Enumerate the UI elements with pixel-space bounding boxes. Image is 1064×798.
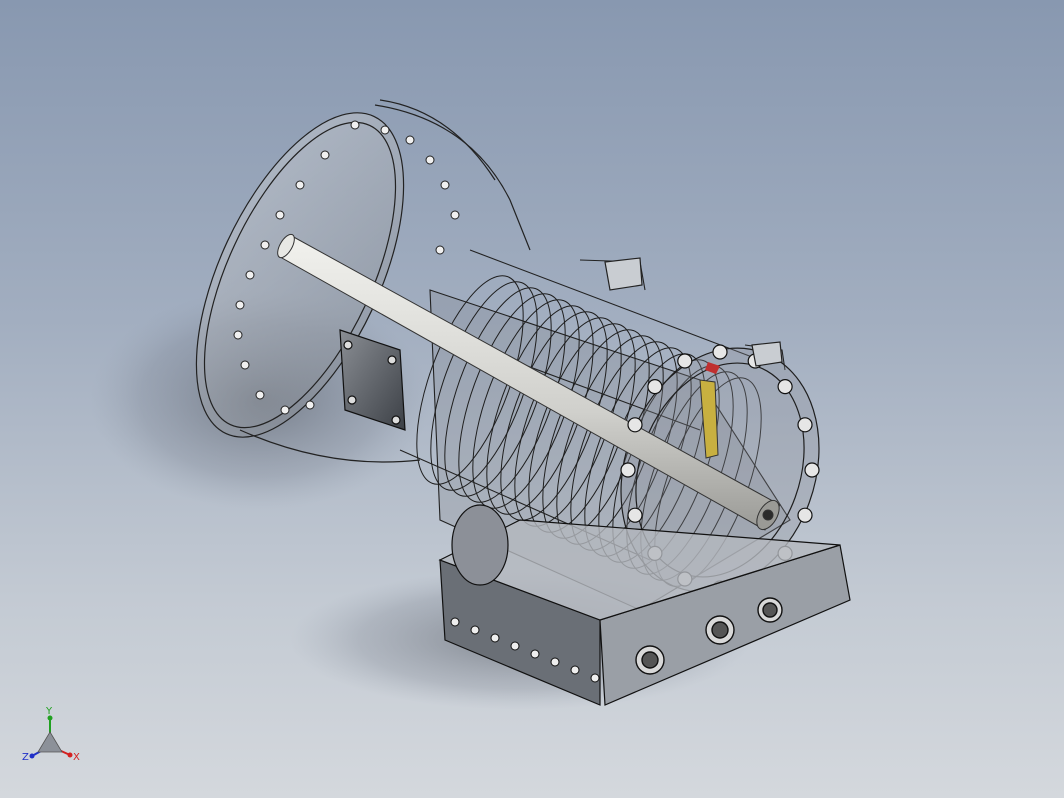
bolt-head: [647, 379, 663, 395]
bolt-head: [797, 417, 813, 433]
bolt-head: [590, 673, 600, 683]
bolt-head: [510, 641, 520, 651]
bolt-head: [550, 657, 560, 667]
y-axis-label: Y: [45, 706, 53, 717]
bolt-head: [620, 462, 636, 478]
bolt-head: [804, 462, 820, 478]
bolt-head: [627, 507, 643, 523]
bolt-head: [712, 344, 728, 360]
bolt-head: [627, 417, 643, 433]
bolt-head: [677, 353, 693, 369]
bolt-head: [490, 633, 500, 643]
x-axis-label: X: [73, 752, 80, 763]
bolt-head: [797, 507, 813, 523]
bolt-head: [450, 617, 460, 627]
bolt-head: [530, 649, 540, 659]
filter-canister[interactable]: [451, 504, 509, 586]
bolt-head: [777, 379, 793, 395]
triad-cone: [37, 731, 63, 753]
z-axis-label: Z: [22, 752, 29, 763]
bolt-head: [470, 625, 480, 635]
mount-bracket[interactable]: [604, 257, 783, 367]
view-triad[interactable]: Y X Z: [18, 702, 88, 772]
graphics-viewport[interactable]: Y X Z: [0, 0, 1064, 798]
bolt-head: [570, 665, 580, 675]
transmission-model-icon[interactable]: [0, 0, 1064, 798]
